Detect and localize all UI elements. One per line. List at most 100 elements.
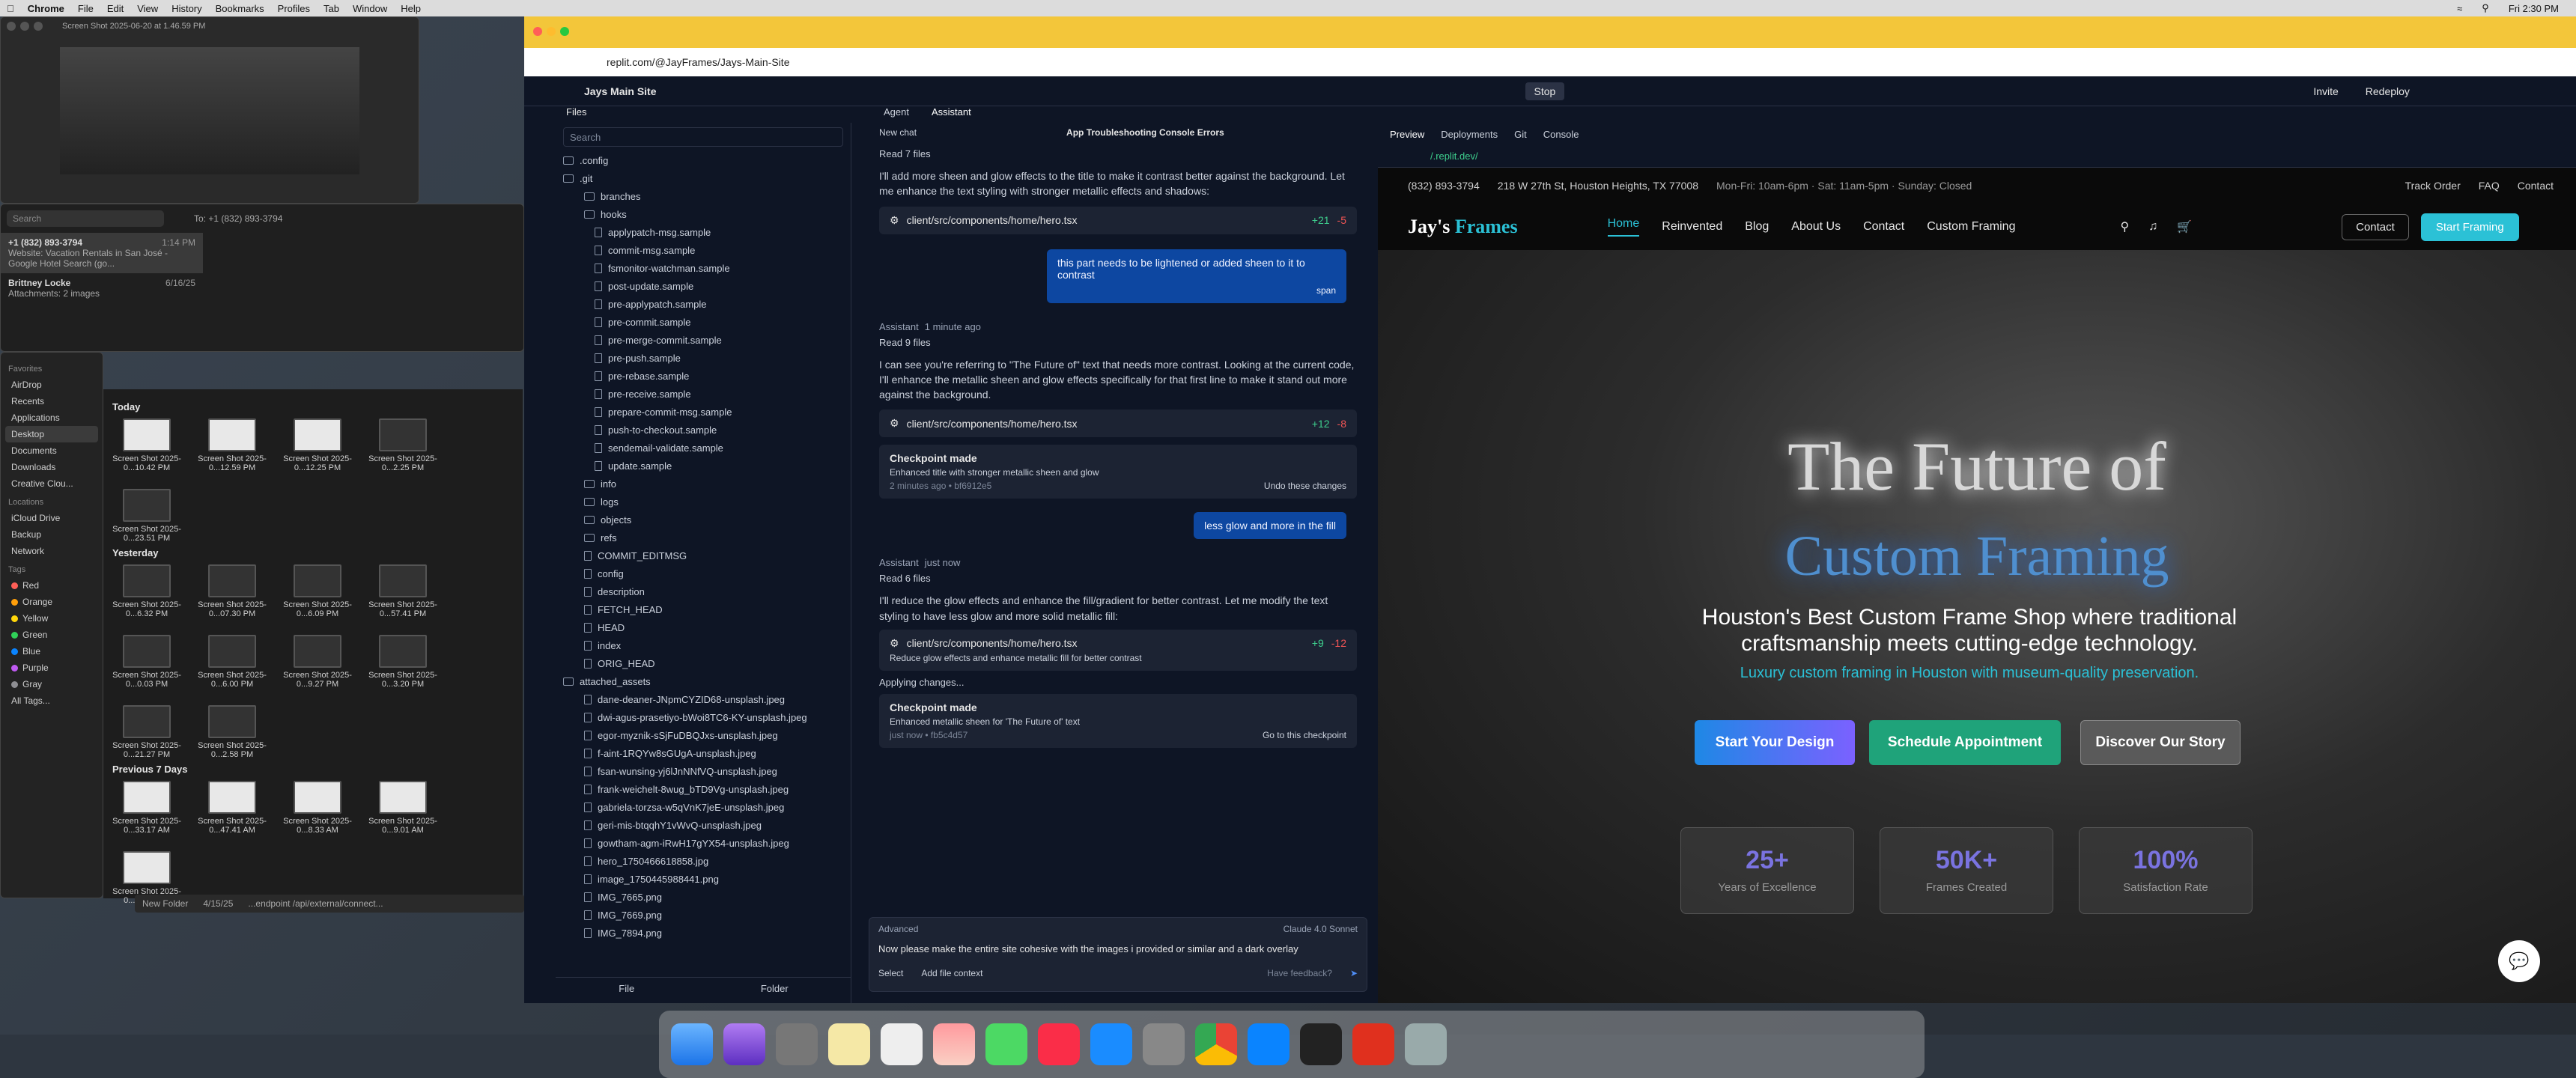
search-icon[interactable]: ⚲ [2120, 219, 2129, 234]
menu-profiles[interactable]: Profiles [271, 3, 317, 14]
file-change-card[interactable]: ⚙ client/src/components/home/hero.tsx +9… [879, 630, 1357, 672]
file-item[interactable]: Screen Shot 2025-0...21.27 PM [112, 705, 181, 759]
tag-purple[interactable]: Purple [5, 660, 98, 676]
conversation-item[interactable]: Brittney Locke 6/16/25 Attachments: 2 ima… [1, 273, 203, 303]
file-item[interactable]: Screen Shot 2025-0...6.09 PM [283, 564, 352, 618]
new-chat-button[interactable]: New chat [879, 127, 917, 138]
file-search[interactable]: Search [563, 127, 843, 147]
nav-about[interactable]: About Us [1791, 220, 1841, 234]
file-tree-item[interactable]: IMG_7669.png [563, 906, 843, 924]
add-context-button[interactable]: Add file context [921, 968, 982, 978]
menu-view[interactable]: View [130, 3, 165, 14]
read-files-toggle[interactable]: Read 7 files [879, 148, 1357, 159]
launchpad-icon[interactable] [776, 1023, 818, 1065]
file-item[interactable]: Screen Shot 2025-0...3.20 PM [368, 635, 437, 689]
file-tree-item[interactable]: hero_1750466618858.jpg [563, 852, 843, 870]
file-tree-item[interactable]: f-aint-1RQYw8sGUgA-unsplash.jpeg [563, 744, 843, 762]
tag-green[interactable]: Green [5, 627, 98, 643]
sidebar-item-airdrop[interactable]: AirDrop [5, 377, 98, 393]
minimize-icon[interactable] [547, 27, 556, 36]
file-item[interactable]: Screen Shot 2025-0...8.33 AM [283, 781, 352, 835]
redeploy-button[interactable]: Redeploy [2366, 85, 2410, 97]
sidebar-item-documents[interactable]: Documents [5, 442, 98, 459]
file-item[interactable]: Screen Shot 2025-0...6.00 PM [198, 635, 267, 689]
file-item[interactable]: Screen Shot 2025-0...12.59 PM [198, 418, 267, 472]
file-tree-item[interactable]: attached_assets [563, 672, 843, 690]
sidebar-item-applications[interactable]: Applications [5, 409, 98, 426]
bell-icon[interactable]: ♫ [2148, 220, 2157, 234]
discover-story-button[interactable]: Discover Our Story [2080, 720, 2241, 765]
file-item[interactable]: Screen Shot 2025-0...47.41 AM [198, 781, 267, 835]
wifi-icon[interactable]: ≈ [2450, 3, 2469, 14]
file-tree-item[interactable]: gabriela-torzsa-w5qVnK7jeE-unsplash.jpeg [563, 798, 843, 816]
file-tree-item[interactable]: hooks [563, 205, 843, 223]
file-tree-item[interactable]: pre-receive.sample [563, 385, 843, 403]
contact-link[interactable]: Contact [2518, 180, 2554, 192]
send-icon[interactable]: ➤ [1350, 968, 1358, 978]
zoom-icon[interactable] [34, 22, 43, 31]
sidebar-item-downloads[interactable]: Downloads [5, 459, 98, 475]
file-tree-item[interactable]: pre-merge-commit.sample [563, 331, 843, 349]
file-tree-item[interactable]: index [563, 636, 843, 654]
terminal-icon[interactable] [1300, 1023, 1342, 1065]
cart-icon[interactable]: 🛒 [2177, 219, 2192, 234]
file-item[interactable]: Screen Shot 2025-0...07.30 PM [198, 564, 267, 618]
file-tree-item[interactable]: fsmonitor-watchman.sample [563, 259, 843, 277]
invite-button[interactable]: Invite [2313, 85, 2338, 97]
file-tree-item[interactable]: push-to-checkout.sample [563, 421, 843, 439]
file-change-card[interactable]: ⚙ client/src/components/home/hero.tsx +2… [879, 206, 1357, 234]
minimize-icon[interactable] [20, 22, 29, 31]
read-files-toggle[interactable]: Read 6 files [879, 573, 1357, 584]
file-tree-item[interactable]: dane-deaner-JNpmCYZID68-unsplash.jpeg [563, 690, 843, 708]
tab-deployments[interactable]: Deployments [1441, 129, 1498, 140]
file-tree-item[interactable]: pre-push.sample [563, 349, 843, 367]
tab-preview[interactable]: Preview [1390, 129, 1424, 140]
file-tree-item[interactable]: IMG_7665.png [563, 888, 843, 906]
menu-window[interactable]: Window [346, 3, 394, 14]
file-tree-item[interactable]: geri-mis-btqqhY1vWvQ-unsplash.jpeg [563, 816, 843, 834]
file-tree-item[interactable]: logs [563, 493, 843, 511]
conversation-item[interactable]: +1 (832) 893-3794 1:14 PM Website: Vacati… [1, 233, 203, 273]
file-tree-item[interactable]: .git [563, 169, 843, 187]
preview-url[interactable]: /.replit.dev/ [1378, 145, 2576, 168]
sidebar-item-icloud[interactable]: iCloud Drive [5, 510, 98, 526]
project-name[interactable]: Jays Main Site [584, 85, 657, 97]
tag-gray[interactable]: Gray [5, 676, 98, 692]
nav-custom-framing[interactable]: Custom Framing [1927, 220, 2015, 234]
menu-tab[interactable]: Tab [317, 3, 346, 14]
sidebar-item-desktop[interactable]: Desktop [5, 426, 98, 442]
app-menu[interactable]: Chrome [21, 3, 71, 14]
apple-icon[interactable]:  [0, 3, 21, 14]
clock[interactable]: Fri 2:30 PM [2502, 3, 2566, 14]
photos-icon[interactable] [933, 1023, 975, 1065]
file-tree-item[interactable]: frank-weichelt-8wug_bTD9Vg-unsplash.jpeg [563, 780, 843, 798]
element-tag[interactable]: span [1057, 285, 1336, 296]
file-tree-item[interactable]: pre-applypatch.sample [563, 295, 843, 313]
tab-console[interactable]: Console [1543, 129, 1579, 140]
sidebar-item-backup[interactable]: Backup [5, 526, 98, 543]
file-item[interactable]: Screen Shot 2025-0...9.01 AM [368, 781, 437, 835]
file-tree-item[interactable]: FETCH_HEAD [563, 600, 843, 618]
address-bar[interactable]: replit.com/@JayFrames/Jays-Main-Site [524, 48, 2576, 76]
file-tree-item[interactable]: info [563, 475, 843, 493]
file-item[interactable]: Screen Shot 2025-0...0.03 PM [112, 635, 181, 689]
menu-edit[interactable]: Edit [100, 3, 130, 14]
trash-icon[interactable] [1405, 1023, 1447, 1065]
tag-all[interactable]: All Tags... [5, 692, 98, 709]
to-field[interactable]: To: +1 (832) 893-3794 [194, 213, 282, 224]
prompt-input[interactable]: Now please make the entire site cohesive… [878, 943, 1358, 954]
sidebar-item-creative-cloud[interactable]: Creative Clou... [5, 475, 98, 492]
zoom-icon[interactable] [560, 27, 569, 36]
file-tree-item[interactable]: commit-msg.sample [563, 241, 843, 259]
file-tree-item[interactable]: egor-myznik-sSjFuDBQJxs-unsplash.jpeg [563, 726, 843, 744]
advanced-toggle[interactable]: Advanced [878, 924, 918, 934]
tag-orange[interactable]: Orange [5, 594, 98, 610]
chat-title[interactable]: App Troubleshooting Console Errors [1066, 127, 1224, 138]
finder-icon[interactable] [671, 1023, 713, 1065]
file-tree-item[interactable]: post-update.sample [563, 277, 843, 295]
contact-button[interactable]: Contact [2342, 213, 2409, 240]
close-icon[interactable] [533, 27, 542, 36]
file-item[interactable]: Screen Shot 2025-0...23.51 PM [112, 489, 181, 543]
undo-changes-button[interactable]: Undo these changes [1264, 481, 1346, 491]
faq-link[interactable]: FAQ [2479, 180, 2500, 192]
